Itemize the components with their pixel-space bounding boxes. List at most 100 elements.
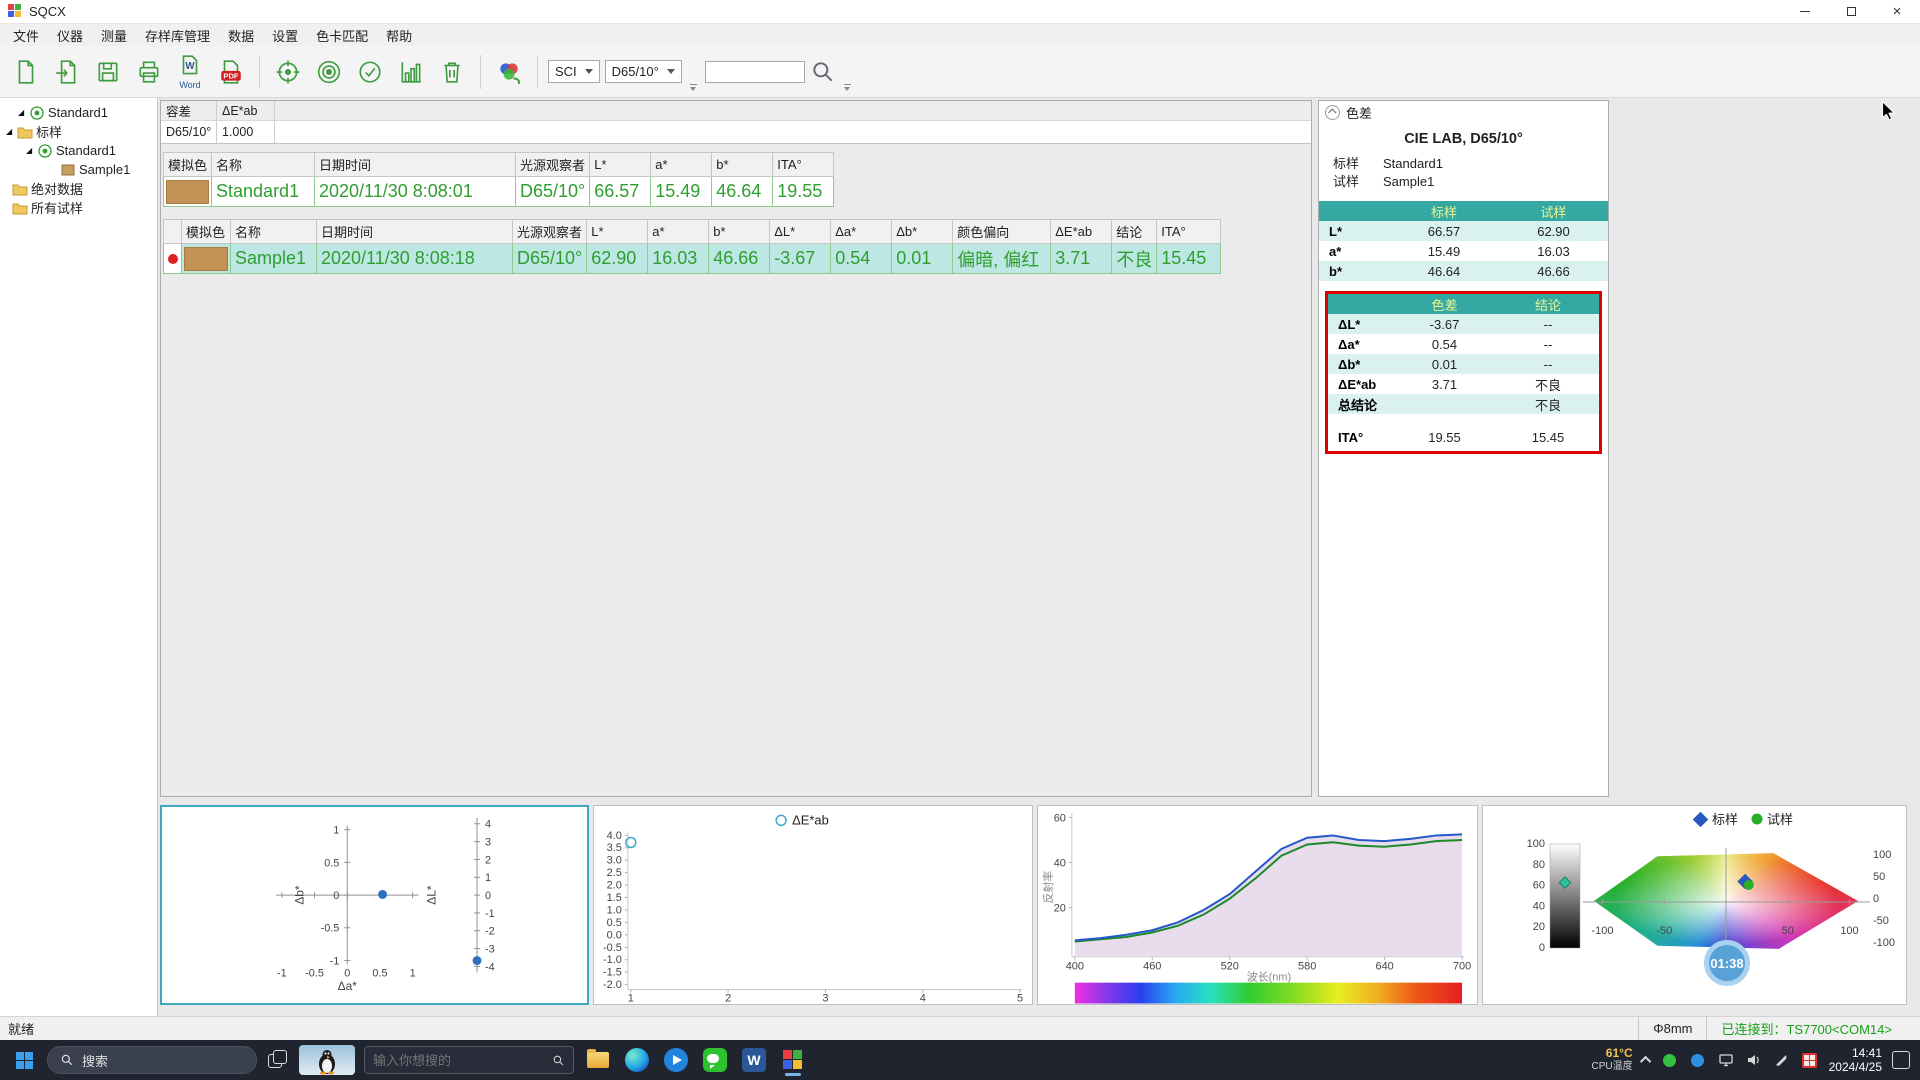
svg-text:-0.5: -0.5 — [603, 942, 622, 954]
delete-button[interactable] — [434, 50, 470, 94]
menu-settings[interactable]: 设置 — [263, 24, 307, 46]
toolbar-overflow-button[interactable] — [844, 84, 851, 91]
svg-text:50: 50 — [1873, 871, 1885, 883]
save-button[interactable] — [90, 50, 126, 94]
tree-item-standard1[interactable]: ◢ Standard1 — [0, 141, 157, 160]
sqcx-app-button[interactable] — [778, 1043, 808, 1077]
col-header-verdict[interactable]: 结论 — [1112, 220, 1157, 244]
col-header-b[interactable]: b* — [712, 153, 773, 177]
collapse-panel-button[interactable] — [1325, 105, 1340, 120]
print-button[interactable] — [131, 50, 167, 94]
menu-sample-library[interactable]: 存样库管理 — [136, 24, 219, 46]
col-header-illuminant-observer[interactable]: 光源观察者 — [516, 153, 590, 177]
blue-app-button[interactable] — [661, 1043, 691, 1077]
menu-data[interactable]: 数据 — [219, 24, 263, 46]
col-header-a[interactable]: a* — [651, 153, 712, 177]
word-button[interactable]: W — [739, 1043, 769, 1077]
file-explorer-button[interactable] — [583, 1043, 613, 1077]
tray-blue-app-icon[interactable] — [1689, 1051, 1707, 1069]
tolerance-metric-header: ΔE*ab — [217, 101, 275, 120]
tree-item-all-samples[interactable]: 所有试样 — [0, 198, 157, 217]
search-button[interactable] — [810, 50, 836, 94]
tree-item-standard1-root[interactable]: ◢ Standard1 — [0, 103, 157, 122]
color-match-button[interactable] — [491, 50, 527, 94]
col-header-simulated-color[interactable]: 模拟色 — [182, 220, 231, 244]
lab-difference-chart-panel[interactable]: -1-0.500.5110.50-0.5-1Δa*Δb*43210-1-2-3-… — [160, 805, 589, 1005]
sample-datetime: 2020/11/30 8:08:18 — [317, 244, 513, 274]
export-word-button[interactable]: W Word — [172, 50, 208, 94]
pen-icon[interactable] — [1773, 1051, 1791, 1069]
svg-text:0.5: 0.5 — [607, 917, 622, 929]
export-pdf-button[interactable]: PDF — [213, 50, 249, 94]
start-button[interactable] — [10, 1046, 38, 1074]
col-header-dL[interactable]: ΔL* — [770, 220, 831, 244]
wechat-button[interactable] — [700, 1043, 730, 1077]
tree-item-absolute-data[interactable]: 绝对数据 — [0, 179, 157, 198]
tray-green-app-icon[interactable] — [1661, 1051, 1679, 1069]
col-header-color-deviation[interactable]: 颜色偏向 — [953, 220, 1051, 244]
color-gamut-chart-panel[interactable]: 标样试样100806040200-100-5050100100500-50-10… — [1482, 805, 1907, 1005]
chart-button[interactable] — [393, 50, 429, 94]
task-view-button[interactable] — [266, 1048, 290, 1072]
lab-difference-chart: -1-0.500.5110.50-0.5-1Δa*Δb*43210-1-2-3-… — [162, 807, 587, 1003]
col-header-simulated-color[interactable]: 模拟色 — [164, 153, 212, 177]
close-button[interactable]: × — [1874, 0, 1920, 23]
search-input[interactable] — [705, 61, 805, 83]
open-export-button[interactable] — [49, 50, 85, 94]
tolerance-value-cell[interactable]: 1.000 — [217, 121, 275, 143]
new-document-button[interactable] — [8, 50, 44, 94]
menu-color-card-match[interactable]: 色卡匹配 — [307, 24, 377, 46]
measure-standard-button[interactable] — [270, 50, 306, 94]
taskbar-input-field[interactable] — [373, 1053, 546, 1068]
spectral-reflectance-chart-panel[interactable]: 604020400460520580640700波长(nm)反射率 — [1037, 805, 1478, 1005]
col-header-illuminant-observer[interactable]: 光源观察者 — [513, 220, 587, 244]
tree-item-sample1[interactable]: Sample1 — [0, 160, 157, 179]
minimize-button[interactable] — [1782, 0, 1828, 23]
average-measure-button[interactable] — [352, 50, 388, 94]
expand-arrow-icon[interactable]: ◢ — [26, 146, 37, 155]
col-header-name[interactable]: 名称 — [212, 153, 315, 177]
tray-expand-button[interactable] — [1640, 1056, 1651, 1067]
maximize-button[interactable] — [1828, 0, 1874, 23]
delta-e-trend-chart-panel[interactable]: ΔE*ab4.03.53.02.52.01.51.00.50.0-0.5-1.0… — [593, 805, 1033, 1005]
menu-help[interactable]: 帮助 — [377, 24, 421, 46]
menu-instrument[interactable]: 仪器 — [48, 24, 92, 46]
menu-file[interactable]: 文件 — [4, 24, 48, 46]
col-header-datetime[interactable]: 日期时间 — [317, 220, 513, 244]
col-header-b[interactable]: b* — [709, 220, 770, 244]
tray-red-app-icon[interactable] — [1801, 1051, 1819, 1069]
volume-icon[interactable] — [1745, 1051, 1763, 1069]
clock[interactable]: 14:41 2024/4/25 — [1829, 1046, 1882, 1074]
col-header-ITA[interactable]: ITA° — [773, 153, 834, 177]
col-header-dE[interactable]: ΔE*ab — [1051, 220, 1112, 244]
folder-icon — [17, 125, 33, 139]
notification-center-button[interactable] — [1892, 1051, 1910, 1069]
standard-row[interactable]: Standard1 2020/11/30 8:08:01 D65/10° 66.… — [164, 177, 834, 207]
cpu-temp-widget[interactable]: 61°C CPU温度 — [1591, 1047, 1632, 1073]
col-header-ITA[interactable]: ITA° — [1157, 220, 1221, 244]
illuminant-select[interactable]: D65/10° — [605, 60, 682, 83]
col-header-a[interactable]: a* — [648, 220, 709, 244]
col-header-da[interactable]: Δa* — [831, 220, 892, 244]
tolerance-illuminant-cell[interactable]: D65/10° — [161, 121, 217, 143]
taskbar-search[interactable]: 搜索 — [47, 1046, 257, 1074]
widgets-button[interactable] — [299, 1045, 355, 1075]
col-header-name[interactable]: 名称 — [231, 220, 317, 244]
taskbar-input[interactable] — [364, 1046, 574, 1074]
sample-dE: 3.71 — [1051, 244, 1112, 274]
expand-arrow-icon[interactable]: ◢ — [6, 127, 17, 136]
col-header-L[interactable]: L* — [587, 220, 648, 244]
network-icon[interactable] — [1717, 1051, 1735, 1069]
svg-text:-1: -1 — [485, 908, 495, 920]
col-header-db[interactable]: Δb* — [892, 220, 953, 244]
sci-sce-select[interactable]: SCI — [548, 60, 600, 83]
col-header-datetime[interactable]: 日期时间 — [315, 153, 516, 177]
sample-row[interactable]: Sample1 2020/11/30 8:08:18 D65/10° 62.90… — [164, 244, 1221, 274]
toolbar-overflow-button[interactable] — [690, 84, 697, 91]
menu-measure[interactable]: 测量 — [92, 24, 136, 46]
expand-arrow-icon[interactable]: ◢ — [18, 108, 29, 117]
edge-browser-button[interactable] — [622, 1043, 652, 1077]
tree-item-standards-folder[interactable]: ◢ 标样 — [0, 122, 157, 141]
measure-sample-button[interactable] — [311, 50, 347, 94]
col-header-L[interactable]: L* — [590, 153, 651, 177]
